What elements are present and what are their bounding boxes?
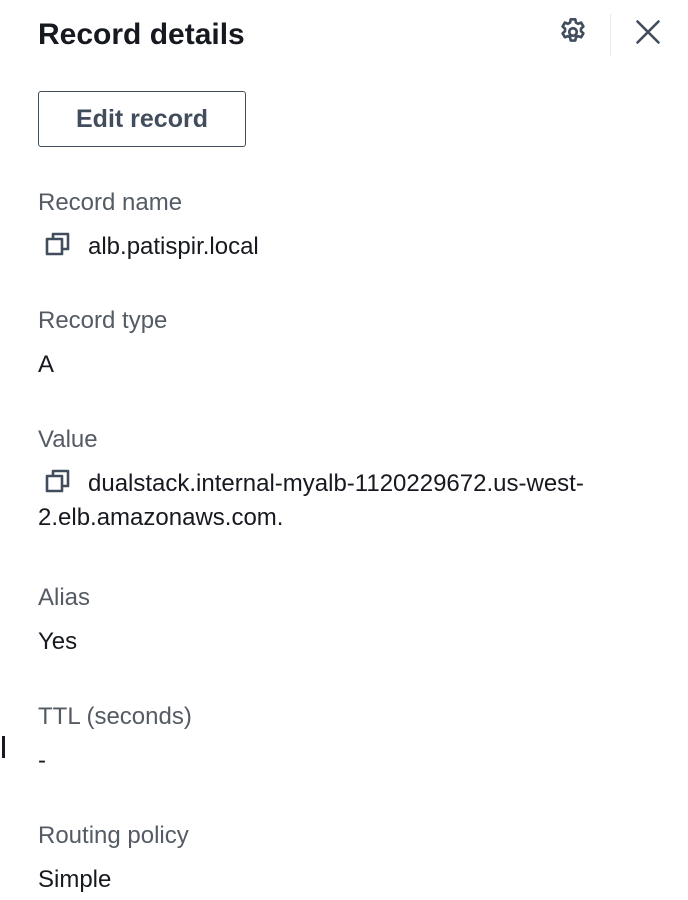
routing-policy-label: Routing policy <box>38 822 189 849</box>
panel-resize-handle[interactable] <box>2 736 5 758</box>
panel-header: Record details <box>38 14 678 58</box>
alias-label: Alias <box>38 584 91 611</box>
routing-policy-value: Simple <box>38 866 112 893</box>
settings-button[interactable] <box>552 14 594 54</box>
record-name-value: alb.patispir.local <box>88 233 259 260</box>
copy-icon[interactable] <box>44 468 72 494</box>
field-record-type: Record type A <box>38 306 658 382</box>
header-divider <box>610 14 611 56</box>
record-type-label: Record type <box>38 307 168 334</box>
gear-icon <box>557 16 589 53</box>
edit-record-button[interactable]: Edit record <box>38 91 246 147</box>
field-routing-policy: Routing policy Simple <box>38 821 658 897</box>
field-record-name: Record name alb.patispir.local <box>38 188 658 264</box>
record-name-value-row: alb.patispir.local <box>38 230 658 264</box>
close-icon <box>634 18 662 51</box>
page-title: Record details <box>38 18 245 51</box>
close-button[interactable] <box>628 14 668 54</box>
ttl-label: TTL (seconds) <box>38 703 192 730</box>
value-label: Value <box>38 426 98 453</box>
copy-icon[interactable] <box>44 231 72 257</box>
field-ttl: TTL (seconds) - <box>38 702 658 778</box>
field-alias: Alias Yes <box>38 583 658 659</box>
field-value: Value dualstack.internal-myalb-112022967… <box>38 425 658 535</box>
record-type-value: A <box>38 351 55 378</box>
value-text: dualstack.internal-myalb-1120229672.us-w… <box>38 470 584 531</box>
value-value-row: dualstack.internal-myalb-1120229672.us-w… <box>38 467 648 535</box>
record-name-label: Record name <box>38 189 183 216</box>
ttl-value: - <box>38 747 46 774</box>
alias-value: Yes <box>38 628 78 655</box>
record-details-panel: Record details Edit record Record name a… <box>0 0 688 900</box>
